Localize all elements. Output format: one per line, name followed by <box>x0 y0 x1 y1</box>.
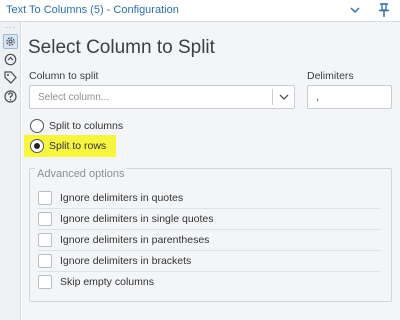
checkbox-label: Skip empty columns <box>60 276 154 288</box>
checkbox-ignore-parentheses[interactable]: Ignore delimiters in parentheses <box>38 230 381 251</box>
sync-icon[interactable] <box>3 52 18 67</box>
radio-label: Split to columns <box>49 120 124 132</box>
column-select[interactable]: Select column... <box>29 85 295 109</box>
delimiters-label: Delimiters <box>307 70 354 82</box>
delimiters-value: , <box>316 91 320 103</box>
column-to-split-label: Column to split <box>29 70 99 82</box>
page-title: Select Column to Split <box>28 37 215 58</box>
chevron-down-icon[interactable] <box>348 3 362 17</box>
config-sidebar: ··· <box>0 22 21 320</box>
checkbox[interactable] <box>38 275 52 289</box>
checkbox-ignore-single-quotes[interactable]: Ignore delimiters in single quotes <box>38 209 381 230</box>
window-title: Text To Columns (5) - Configuration <box>6 4 179 16</box>
checkbox-label: Ignore delimiters in brackets <box>60 255 192 267</box>
radio-label: Split to rows <box>49 140 107 152</box>
configuration-panel: Select Column to Split Column to split D… <box>22 22 400 320</box>
checkbox[interactable] <box>38 233 52 247</box>
chevron-down-icon[interactable] <box>278 91 290 103</box>
gear-icon[interactable] <box>3 34 18 49</box>
checkbox-label: Ignore delimiters in parentheses <box>60 234 210 246</box>
select-divider <box>272 89 273 105</box>
checkbox[interactable] <box>38 191 52 205</box>
checkbox-label: Ignore delimiters in quotes <box>60 192 184 204</box>
checkbox-ignore-quotes[interactable]: Ignore delimiters in quotes <box>38 188 381 209</box>
checkbox-ignore-brackets[interactable]: Ignore delimiters in brackets <box>38 251 381 272</box>
checkbox[interactable] <box>38 212 52 226</box>
checkbox[interactable] <box>38 254 52 268</box>
radio-button-selected[interactable] <box>30 139 44 153</box>
advanced-options-title: Advanced options <box>35 168 127 180</box>
checkbox-skip-empty-columns[interactable]: Skip empty columns <box>38 272 381 293</box>
delimiters-input[interactable]: , <box>307 85 392 109</box>
drag-handle-icon[interactable]: ··· <box>5 24 16 32</box>
help-icon[interactable] <box>3 89 18 104</box>
column-select-placeholder: Select column... <box>38 92 110 103</box>
checkbox-label: Ignore delimiters in single quotes <box>60 213 214 225</box>
radio-button[interactable] <box>30 119 44 133</box>
tag-icon[interactable] <box>3 70 18 85</box>
title-bar: Text To Columns (5) - Configuration <box>0 0 400 22</box>
pin-icon[interactable] <box>377 2 391 18</box>
